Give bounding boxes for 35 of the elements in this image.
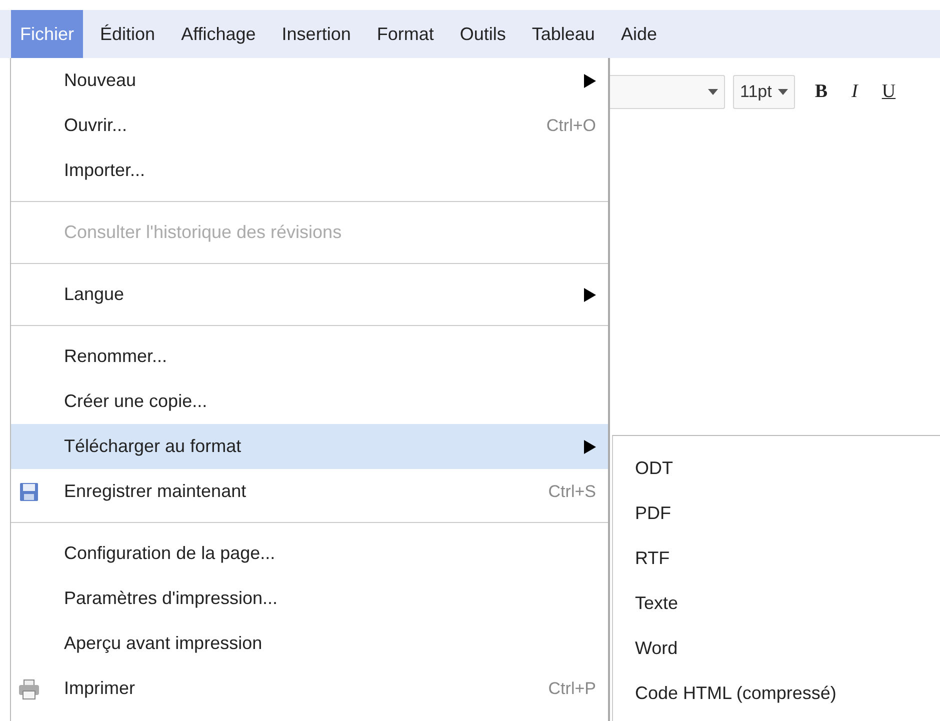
caret-icon: [778, 89, 788, 95]
menu-item[interactable]: Texte: [613, 581, 940, 626]
printer-icon: [18, 678, 40, 700]
shortcut-label: Ctrl+P: [548, 678, 596, 700]
menu-item[interactable]: Configuration de la page...: [11, 531, 608, 576]
menu-item[interactable]: Aperçu avant impression: [11, 621, 608, 666]
menu-item[interactable]: PDF: [613, 491, 940, 536]
caret-icon: [708, 89, 718, 95]
italic-button[interactable]: I: [840, 78, 870, 106]
menu-tab[interactable]: Insertion: [272, 10, 360, 58]
menu-item[interactable]: Importer...: [11, 148, 608, 193]
menu-item[interactable]: RTF: [613, 536, 940, 581]
menu-tab[interactable]: Édition: [91, 10, 164, 58]
menu-item[interactable]: Nouveau: [11, 58, 608, 103]
menu-item[interactable]: Code HTML (compressé): [613, 671, 940, 716]
menu-tab[interactable]: Outils: [450, 10, 515, 58]
font-size-dropdown[interactable]: 11pt: [733, 75, 795, 109]
menu-item[interactable]: Langue: [11, 272, 608, 317]
menu-tab[interactable]: Aide: [612, 10, 666, 58]
menu-tab[interactable]: Format: [368, 10, 443, 58]
menu-item[interactable]: ODT: [613, 446, 940, 491]
shortcut-label: Ctrl+O: [546, 114, 596, 137]
menu-item[interactable]: Paramètres d'impression...: [11, 576, 608, 621]
bold-button[interactable]: B: [802, 78, 840, 106]
menu-item[interactable]: Word: [613, 626, 940, 671]
menu-item[interactable]: Imprimer Ctrl+P: [11, 666, 608, 711]
menu-item[interactable]: Ouvrir... Ctrl+O: [11, 103, 608, 148]
menu-tab[interactable]: Affichage: [172, 10, 265, 58]
menu-tab[interactable]: Tableau: [522, 10, 604, 58]
underline-button[interactable]: U: [870, 78, 908, 106]
menu-item[interactable]: Renommer...: [11, 334, 608, 379]
shortcut-label: Ctrl+S: [548, 480, 596, 503]
menu-item[interactable]: Enregistrer maintenant Ctrl+S: [11, 469, 608, 514]
menu-item[interactable]: Créer une copie...: [11, 379, 608, 424]
menu-item[interactable]: Télécharger au format: [11, 424, 608, 469]
